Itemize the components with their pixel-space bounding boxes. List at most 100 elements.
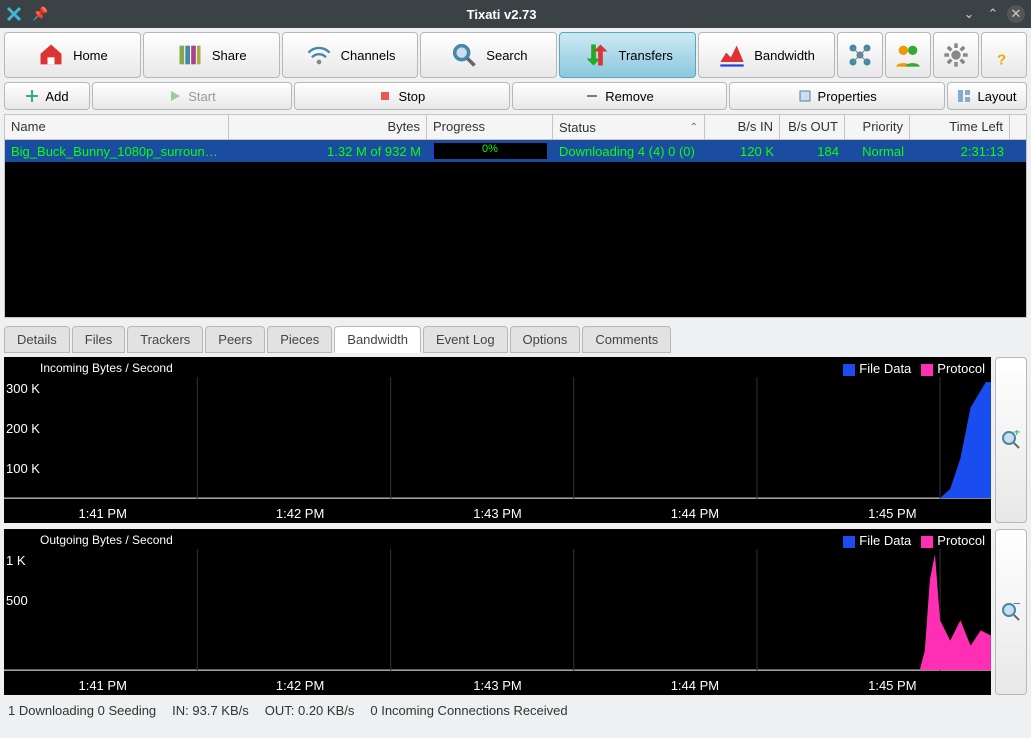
window-title: Tixati v2.73: [48, 7, 955, 22]
chevron-up-icon: ⌃: [690, 122, 698, 133]
col-bin[interactable]: B/s IN: [705, 115, 780, 139]
transfers-button[interactable]: Transfers: [559, 32, 696, 78]
layout-button[interactable]: Layout: [947, 82, 1027, 110]
col-progress[interactable]: Progress: [427, 115, 553, 139]
add-label: Add: [45, 89, 68, 104]
titlebar: 📌 Tixati v2.73 ⌄ ⌃ ✕: [0, 0, 1031, 28]
help-icon: ?: [990, 41, 1018, 69]
transfers-list[interactable]: Big_Buck_Bunny_1080p_surround_fros... 1.…: [4, 140, 1027, 318]
share-label: Share: [212, 48, 247, 63]
col-bytes[interactable]: Bytes: [229, 115, 427, 139]
col-name[interactable]: Name: [5, 115, 229, 139]
gear-icon: [942, 41, 970, 69]
home-icon: [37, 41, 65, 69]
cell-timeleft: 2:31:13: [910, 144, 1010, 159]
transfer-row[interactable]: Big_Buck_Bunny_1080p_surround_fros... 1.…: [5, 140, 1026, 162]
zoom-out-icon: −: [1001, 602, 1021, 622]
bandwidth-icon: [718, 41, 746, 69]
status-in: IN: 93.7 KB/s: [172, 703, 249, 718]
stop-button[interactable]: Stop: [294, 82, 510, 110]
tab-options[interactable]: Options: [510, 326, 581, 353]
layout-label: Layout: [977, 89, 1016, 104]
bandwidth-panel: Incoming Bytes / Second File Data Protoc…: [0, 353, 1031, 699]
help-button[interactable]: ?: [981, 32, 1027, 78]
tab-pieces[interactable]: Pieces: [267, 326, 332, 353]
chart-in-plot: [4, 377, 991, 499]
status-conn: 0 Incoming Connections Received: [370, 703, 567, 718]
transfers-header: Name Bytes Progress Status⌃ B/s IN B/s O…: [4, 114, 1027, 140]
add-button[interactable]: Add: [4, 82, 90, 110]
stop-label: Stop: [398, 89, 425, 104]
bandwidth-label: Bandwidth: [754, 48, 815, 63]
zoom-in-icon: +: [1001, 430, 1021, 450]
tab-peers[interactable]: Peers: [205, 326, 265, 353]
plus-icon: [25, 89, 39, 103]
cell-bin: 120 K: [705, 144, 780, 159]
chart-outgoing: Outgoing Bytes / Second File Data Protoc…: [4, 529, 991, 695]
start-label: Start: [188, 89, 215, 104]
main-toolbar: Home Share Channels Search Transfers Ban…: [0, 28, 1031, 82]
home-button[interactable]: Home: [4, 32, 141, 78]
tab-trackers[interactable]: Trackers: [127, 326, 203, 353]
peers-button[interactable]: [885, 32, 931, 78]
cell-bytes: 1.32 M of 932 M: [229, 144, 427, 159]
cell-priority: Normal: [845, 144, 910, 159]
tab-comments[interactable]: Comments: [582, 326, 671, 353]
col-bout[interactable]: B/s OUT: [780, 115, 845, 139]
minimize-button[interactable]: ⌄: [959, 4, 979, 24]
chart-incoming: Incoming Bytes / Second File Data Protoc…: [4, 357, 991, 523]
remove-label: Remove: [605, 89, 653, 104]
cell-name: Big_Buck_Bunny_1080p_surround_fros...: [5, 144, 229, 159]
cell-status: Downloading 4 (4) 0 (0): [553, 144, 705, 159]
search-icon: [450, 41, 478, 69]
stop-icon: [378, 89, 392, 103]
zoom-in-button[interactable]: +: [995, 357, 1027, 523]
dht-button[interactable]: [837, 32, 883, 78]
pin-icon[interactable]: 📌: [32, 6, 48, 22]
chart-out-title: Outgoing Bytes / Second: [40, 533, 173, 547]
app-icon: [6, 6, 22, 22]
tab-eventlog[interactable]: Event Log: [423, 326, 508, 353]
bandwidth-button[interactable]: Bandwidth: [698, 32, 835, 78]
share-icon: [176, 41, 204, 69]
remove-button[interactable]: Remove: [512, 82, 728, 110]
col-priority[interactable]: Priority: [845, 115, 910, 139]
svg-text:+: +: [1013, 430, 1021, 439]
chart-out-plot: [4, 549, 991, 671]
zoom-out-button[interactable]: −: [995, 529, 1027, 695]
dht-icon: [846, 41, 874, 69]
share-button[interactable]: Share: [143, 32, 280, 78]
start-button[interactable]: Start: [92, 82, 292, 110]
settings-button[interactable]: [933, 32, 979, 78]
transfers-icon: [583, 41, 611, 69]
channels-icon: [305, 41, 333, 69]
svg-text:?: ?: [997, 51, 1006, 68]
statusbar: 1 Downloading 0 Seeding IN: 93.7 KB/s OU…: [0, 699, 1031, 722]
maximize-button[interactable]: ⌃: [983, 4, 1003, 24]
play-icon: [168, 89, 182, 103]
properties-label: Properties: [818, 89, 877, 104]
cell-progress: 0%: [427, 143, 553, 159]
tab-bandwidth[interactable]: Bandwidth: [334, 326, 421, 353]
tab-details[interactable]: Details: [4, 326, 70, 353]
status-seeding: 1 Downloading 0 Seeding: [8, 703, 156, 718]
status-out: OUT: 0.20 KB/s: [265, 703, 355, 718]
svg-text:−: −: [1013, 602, 1021, 611]
detail-tabs: Details Files Trackers Peers Pieces Band…: [0, 318, 1031, 353]
col-timeleft[interactable]: Time Left: [910, 115, 1010, 139]
chart-out-xticks: 1:41 PM1:42 PM1:43 PM1:44 PM1:45 PM: [4, 678, 991, 693]
chart-in-title: Incoming Bytes / Second: [40, 361, 173, 375]
layout-icon: [957, 89, 971, 103]
close-button[interactable]: ✕: [1007, 5, 1025, 23]
channels-button[interactable]: Channels: [282, 32, 419, 78]
search-button[interactable]: Search: [420, 32, 557, 78]
peers-icon: [894, 41, 922, 69]
chart-in-xticks: 1:41 PM1:42 PM1:43 PM1:44 PM1:45 PM: [4, 506, 991, 521]
col-status[interactable]: Status⌃: [553, 115, 705, 139]
cell-bout: 184: [780, 144, 845, 159]
chart-in-legend: File Data Protocol: [843, 361, 985, 376]
tab-files[interactable]: Files: [72, 326, 125, 353]
properties-button[interactable]: Properties: [729, 82, 945, 110]
minus-icon: [585, 89, 599, 103]
properties-icon: [798, 89, 812, 103]
